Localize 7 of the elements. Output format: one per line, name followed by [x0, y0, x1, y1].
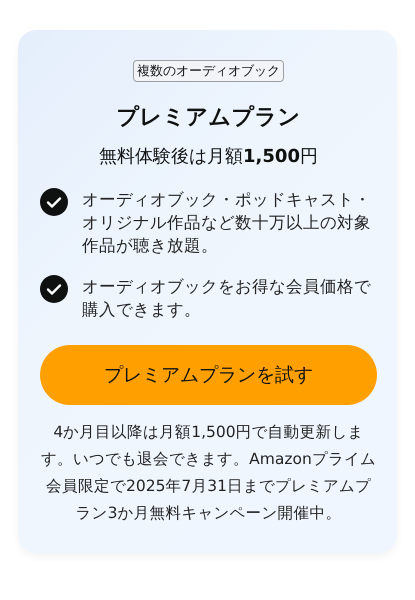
- plan-title: プレミアムプラン: [116, 104, 300, 132]
- terms-text: 4か月目以降は月額1,500円で自動更新します。いつでも退会できます。Amazonプライム会員限定で2025年7月31日までプレミアムプラン3か月無料キャンペーン開催中。: [40, 422, 377, 524]
- price-text: 無料体験後は月額1,500円: [99, 145, 318, 168]
- feature-text: オーディオブック・ポッドキャスト・オリジナル作品など数十万以上の対象作品が聴き放題。: [82, 189, 372, 257]
- badge-label: 複数のオーディオブック: [133, 60, 284, 82]
- try-premium-button[interactable]: プレミアムプランを試す: [40, 345, 377, 405]
- feature-text: オーディオブックをお得な会員価格で購入できます。: [82, 276, 372, 321]
